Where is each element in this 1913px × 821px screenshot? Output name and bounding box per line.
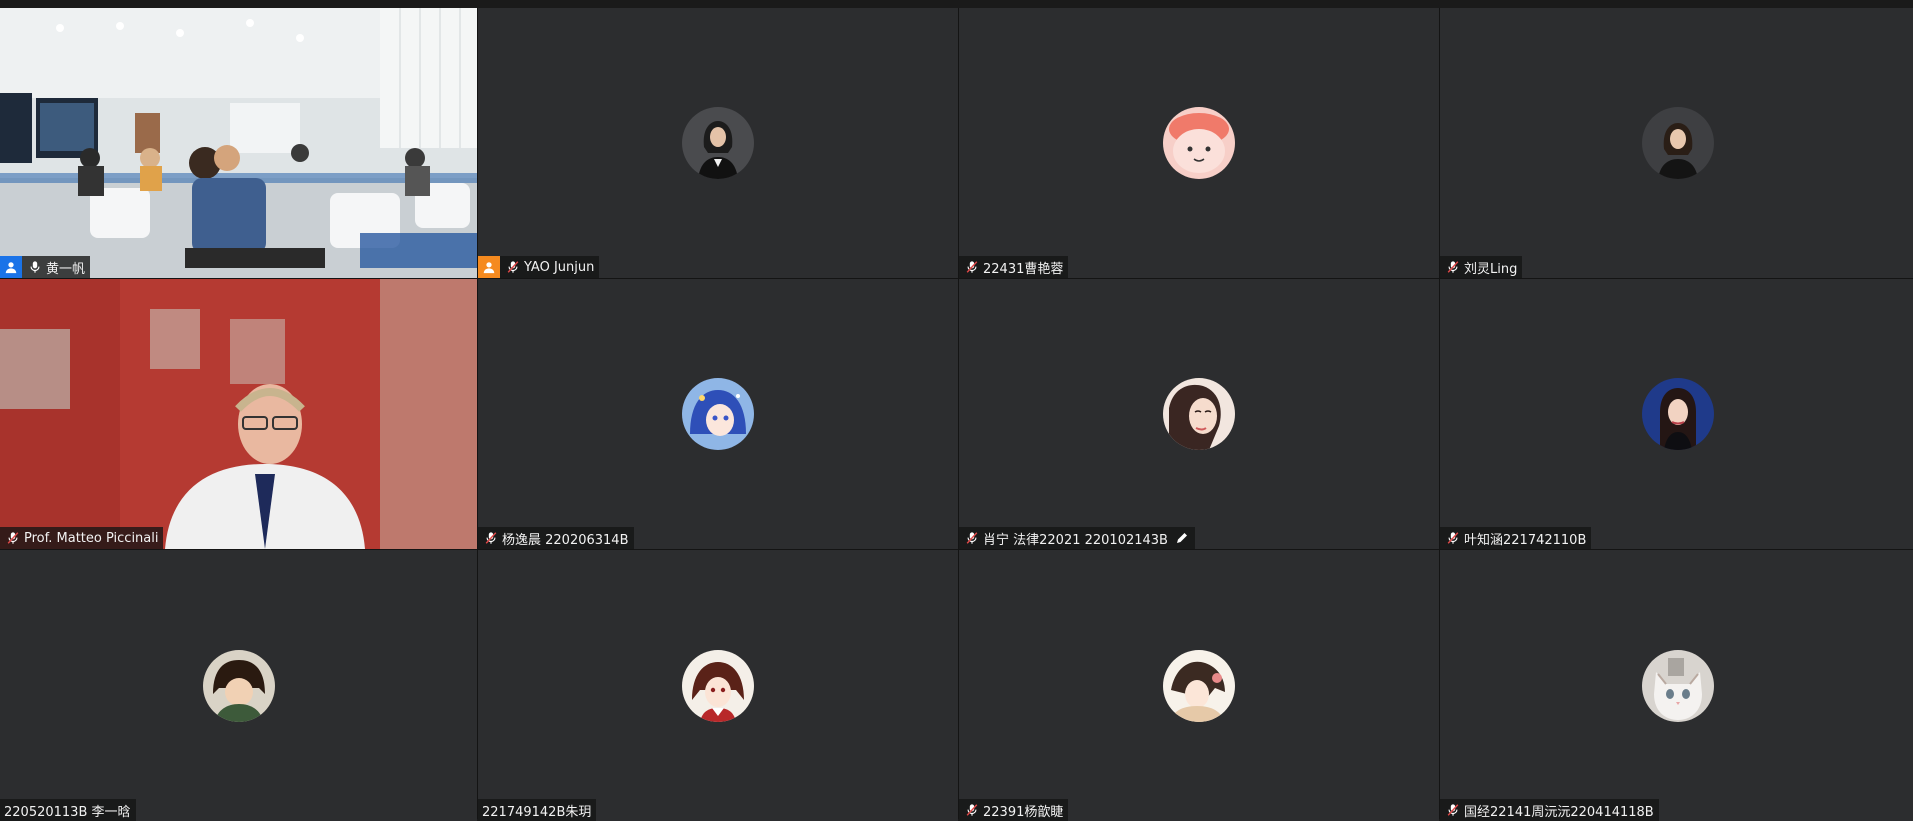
anime-red-avatar	[682, 649, 754, 722]
mic-muted-icon	[482, 529, 500, 547]
participant-name-bar: 刘灵Ling	[1440, 256, 1523, 278]
participant-tile-1[interactable]: 黄一帆	[0, 8, 477, 278]
participant-name: 杨逸晨 220206314B	[502, 532, 629, 548]
participant-name: 221749142B朱玥	[482, 804, 592, 820]
participant-name: YAO Junjun	[524, 259, 595, 275]
participant-name-bar: 肖宁 法律22021 220102143B	[959, 527, 1195, 549]
participant-tile-4[interactable]: 刘灵Ling	[1440, 8, 1913, 278]
participant-name: 黄一帆	[46, 261, 86, 277]
mic-on-icon	[26, 258, 44, 276]
woman-dark-portrait-avatar	[1642, 107, 1714, 179]
boy-with-hair-avatar	[202, 649, 275, 722]
participant-name: 220520113B 李一晗	[4, 804, 131, 820]
illustrated-woman-avatar	[1163, 378, 1235, 450]
mic-muted-icon	[4, 529, 22, 547]
participant-name-bar: YAO Junjun	[478, 256, 600, 278]
participant-name-bar: 国经22141周沅沅220414118B	[1440, 799, 1659, 821]
anime-blue-hair-avatar	[682, 378, 754, 450]
participant-tile-9[interactable]: 220520113B 李一晗	[0, 550, 477, 821]
mic-muted-icon	[963, 529, 981, 547]
anime-girl-avatar	[1163, 649, 1235, 722]
participant-name-bar: 叶知涵221742110B	[1440, 527, 1592, 549]
mic-muted-icon	[504, 258, 522, 276]
participant-tile-5[interactable]: Prof. Matteo Piccinali	[0, 279, 477, 549]
mic-muted-icon	[963, 258, 981, 276]
participant-name: 刘灵Ling	[1464, 261, 1518, 277]
webcam-video	[0, 279, 477, 549]
pink-cartoon-avatar	[1163, 107, 1235, 179]
white-cat-avatar	[1642, 649, 1714, 722]
mic-muted-icon	[1444, 529, 1462, 547]
participant-tile-10[interactable]: 221749142B朱玥	[478, 550, 958, 821]
participant-name: Prof. Matteo Piccinali	[24, 530, 159, 546]
participant-name: 22431曹艳蓉	[983, 261, 1064, 277]
participant-name: 叶知涵221742110B	[1464, 532, 1587, 548]
participant-tile-11[interactable]: 22391杨歆睫	[959, 550, 1439, 821]
participant-tile-12[interactable]: 国经22141周沅沅220414118B	[1440, 550, 1913, 821]
classroom-video	[0, 8, 477, 278]
participant-tile-7[interactable]: 肖宁 法律22021 220102143B	[959, 279, 1439, 549]
participant-name-bar: 22391杨歆睫	[959, 799, 1069, 821]
participant-tile-6[interactable]: 杨逸晨 220206314B	[478, 279, 958, 549]
participant-name-bar: 22431曹艳蓉	[959, 256, 1069, 278]
participant-name: 国经22141周沅沅220414118B	[1464, 804, 1654, 820]
participant-name: 22391杨歆睫	[983, 804, 1064, 820]
woman-portrait-avatar	[682, 107, 754, 179]
mic-muted-icon	[963, 801, 981, 819]
participant-name-bar: 221749142B朱玥	[478, 799, 597, 821]
participant-tile-2[interactable]: YAO Junjun	[478, 8, 958, 278]
participant-tile-8[interactable]: 叶知涵221742110B	[1440, 279, 1913, 549]
video-grid: 黄一帆 YAO Junjun 22431曹艳蓉 刘灵Ling Prof. Mat…	[0, 8, 1913, 821]
participant-name-bar: Prof. Matteo Piccinali	[0, 527, 164, 549]
participant-tile-3[interactable]: 22431曹艳蓉	[959, 8, 1439, 278]
host-badge-icon	[0, 256, 22, 278]
pencil-icon[interactable]	[1174, 530, 1190, 546]
mic-muted-icon	[1444, 801, 1462, 819]
mic-muted-icon	[1444, 258, 1462, 276]
cohost-badge-icon	[478, 256, 500, 278]
participant-name-bar: 220520113B 李一晗	[0, 799, 136, 821]
woman-blue-background-avatar	[1642, 378, 1714, 450]
participant-name-bar: 杨逸晨 220206314B	[478, 527, 634, 549]
participant-name-bar: 黄一帆	[0, 256, 91, 278]
participant-name: 肖宁 法律22021 220102143B	[983, 532, 1168, 548]
